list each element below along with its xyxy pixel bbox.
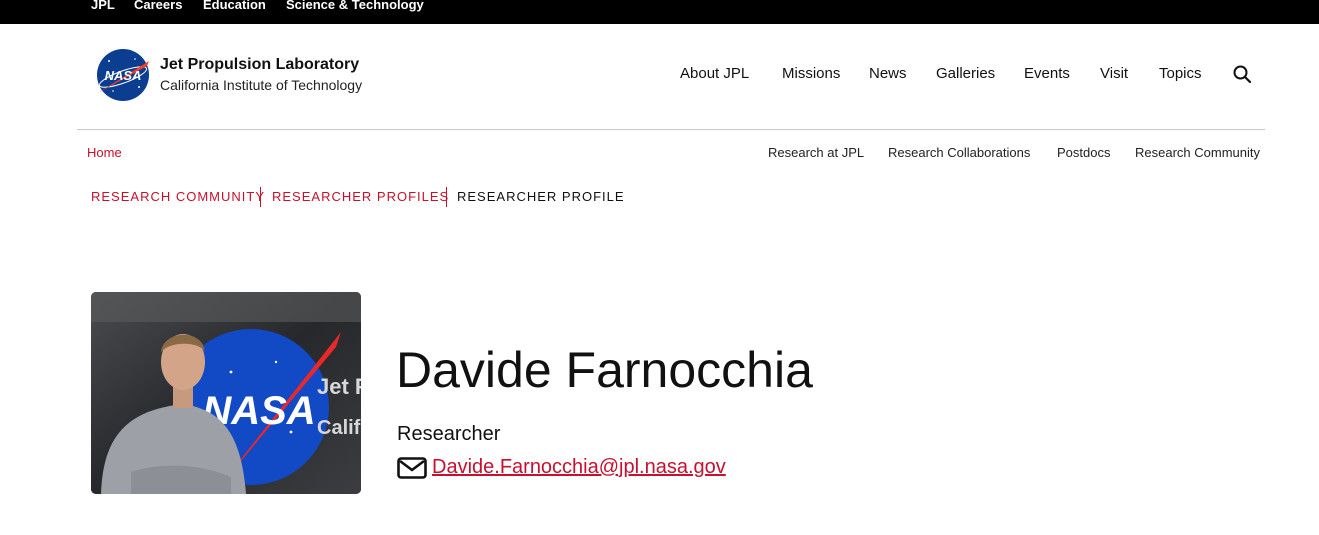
profile-photo: Jet Pro NASA Jet Pro Californ <box>91 292 361 494</box>
topbar-link-careers[interactable]: Careers <box>134 0 182 12</box>
topbar-link-science-technology[interactable]: Science & Technology <box>286 0 424 12</box>
header-divider <box>77 129 1265 130</box>
envelope-icon <box>397 457 427 479</box>
nav-visit[interactable]: Visit <box>1100 65 1128 82</box>
nav-events[interactable]: Events <box>1024 65 1070 82</box>
search-button[interactable] <box>1232 64 1252 84</box>
topbar-link-education[interactable]: Education <box>203 0 266 12</box>
profile-name: Davide Farnocchia <box>396 342 813 398</box>
breadcrumb-researcher-profiles[interactable]: RESEARCHER PROFILES <box>272 189 449 204</box>
main-nav: About JPL Missions News Galleries Events… <box>0 63 1319 87</box>
nav-missions[interactable]: Missions <box>782 65 840 82</box>
svg-text:Jet Pro: Jet Pro <box>317 374 361 399</box>
profile-email-link[interactable]: Davide.Farnocchia@jpl.nasa.gov <box>432 456 726 479</box>
subnav-research-collaborations[interactable]: Research Collaborations <box>888 145 1030 160</box>
breadcrumb-separator <box>260 187 261 207</box>
nav-topics[interactable]: Topics <box>1159 65 1202 82</box>
subnav-research-community[interactable]: Research Community <box>1135 145 1260 160</box>
svg-text:Californ: Californ <box>317 417 361 439</box>
nav-about-jpl[interactable]: About JPL <box>680 65 749 82</box>
breadcrumb-research-community[interactable]: RESEARCH COMMUNITY <box>91 189 265 204</box>
breadcrumb-separator <box>446 187 447 207</box>
search-icon <box>1233 65 1252 84</box>
profile-title: Researcher <box>397 423 501 445</box>
subnav-home-link[interactable]: Home <box>87 145 122 160</box>
subnav-research-at-jpl[interactable]: Research at JPL <box>768 145 864 160</box>
top-utility-bar: JPL Careers Education Science & Technolo… <box>0 0 1319 24</box>
nav-news[interactable]: News <box>869 65 907 82</box>
breadcrumb-current-page: RESEARCHER PROFILE <box>457 189 625 204</box>
nav-galleries[interactable]: Galleries <box>936 65 995 82</box>
topbar-link-jpl[interactable]: JPL <box>91 0 115 12</box>
subnav-postdocs[interactable]: Postdocs <box>1057 145 1110 160</box>
